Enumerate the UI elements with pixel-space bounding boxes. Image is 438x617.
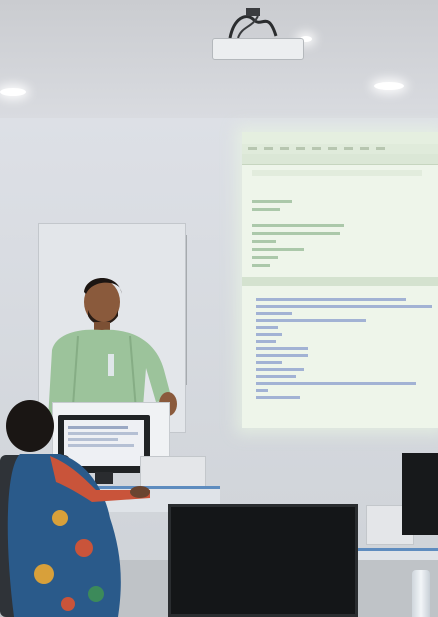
projected-titlebar (242, 132, 438, 144)
foreground-monitor (168, 504, 358, 617)
projected-screen (242, 132, 438, 428)
projected-menubar (242, 144, 438, 154)
projected-toolbar (242, 154, 438, 165)
water-bottle (412, 570, 430, 617)
projected-editor-tabs (252, 170, 422, 176)
projector-cables (228, 8, 278, 39)
ceiling-light-right (374, 82, 404, 90)
ceiling-light-left (0, 88, 26, 96)
ceiling-projector (212, 38, 304, 60)
right-monitor (402, 453, 438, 535)
classroom-scene (0, 0, 438, 617)
projected-console (242, 288, 438, 422)
student (6, 400, 150, 617)
projected-pane-tabs (242, 277, 438, 286)
wall-cable (186, 235, 187, 385)
